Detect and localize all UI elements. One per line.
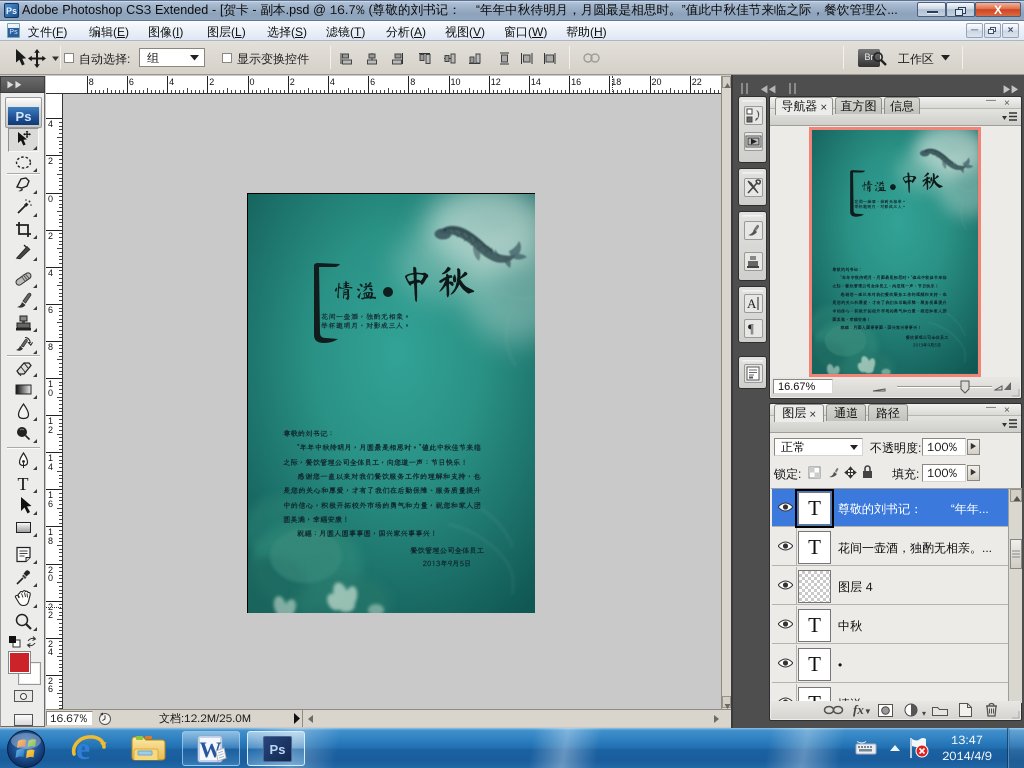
svg-text:T: T	[18, 474, 29, 493]
svg-text:¶: ¶	[748, 321, 754, 336]
svg-text:A: A	[747, 296, 757, 311]
